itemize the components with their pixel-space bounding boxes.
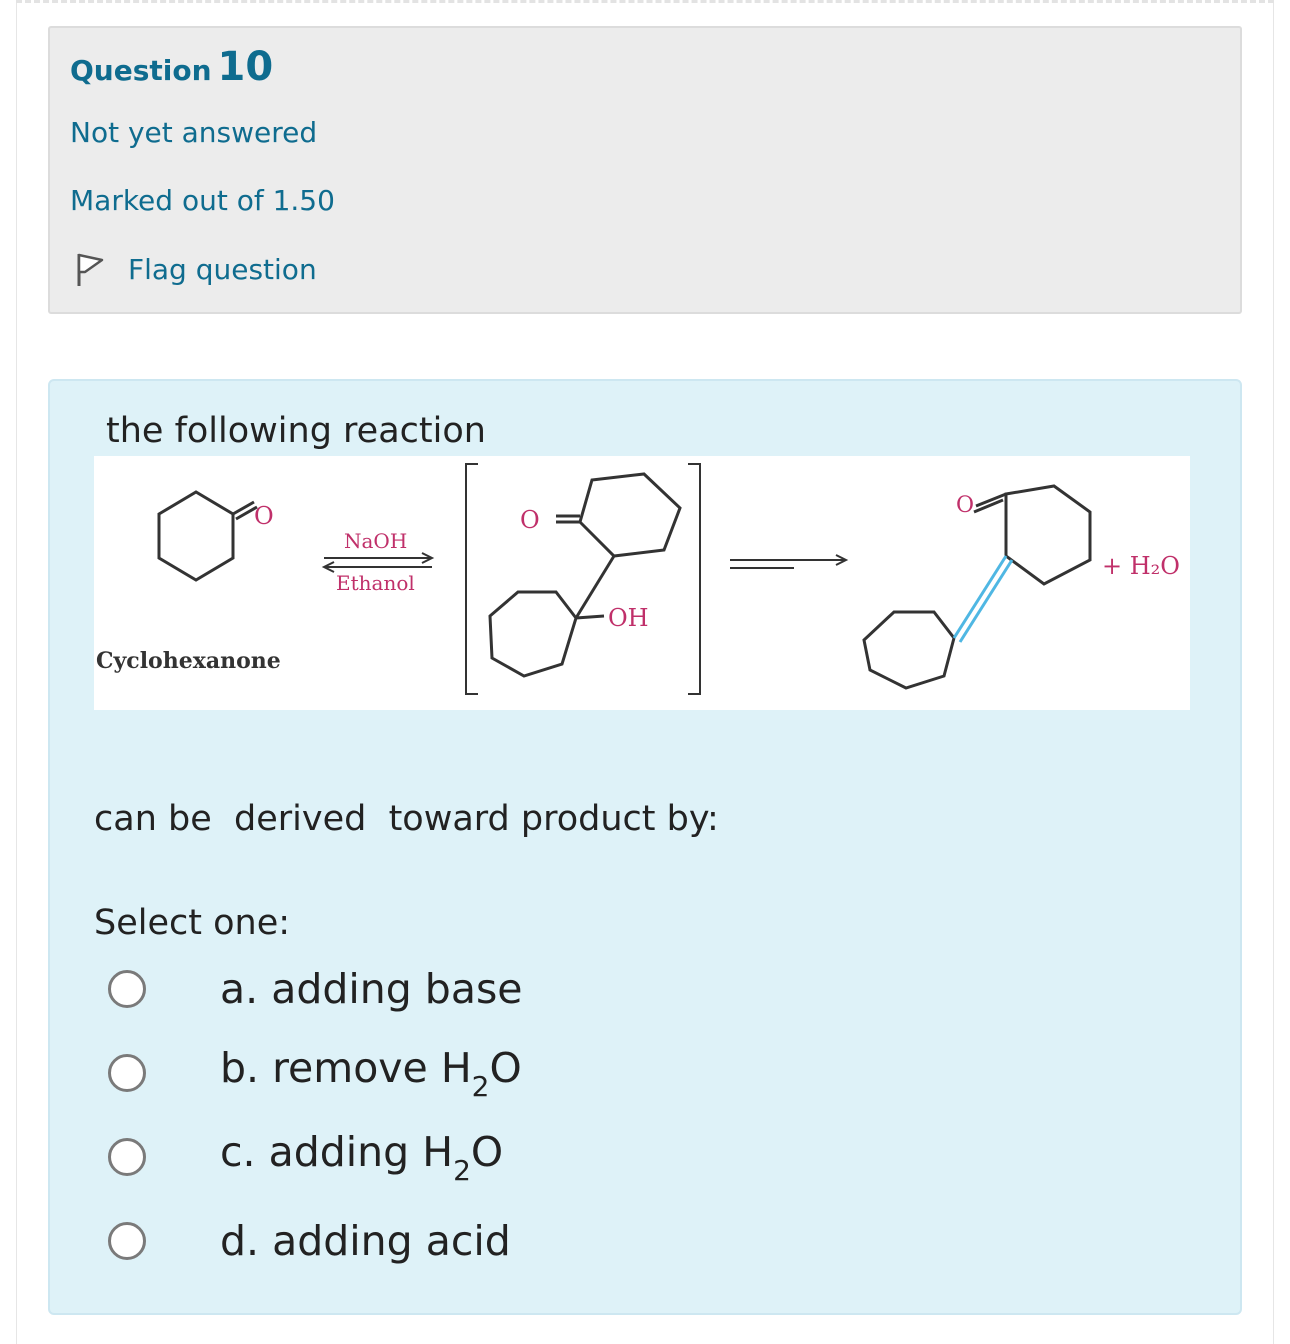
intermediate-ring-bottom — [488, 590, 578, 678]
answer-option-b-text: b. remove H2O — [220, 1044, 522, 1103]
flag-icon — [77, 253, 104, 286]
question-content-panel: the following reaction O Cyclohexanone N… — [48, 379, 1242, 1315]
flag-question-button[interactable]: Flag question — [74, 250, 317, 288]
reaction-diagram: O Cyclohexanone NaOH Ethanol O OH O + H₂… — [96, 463, 1180, 695]
answer-option-a-text: a. adding base — [220, 965, 523, 1013]
option-c-prefix: c. adding H — [220, 1127, 454, 1176]
bracket-left — [465, 463, 478, 695]
question-label: Question — [70, 54, 212, 87]
reagent-ethanol-label: Ethanol — [336, 571, 415, 595]
intermediate-o-label: O — [520, 506, 540, 534]
option-a-prefix: a. adding base — [220, 965, 523, 1013]
option-c-subscript: 2 — [453, 1153, 471, 1187]
answer-option-d-text: d. adding acid — [220, 1217, 511, 1265]
bracket-right — [688, 463, 701, 695]
answer-option-b[interactable]: b. remove H2O — [108, 1043, 522, 1103]
select-one-label: Select one: — [94, 903, 291, 943]
reactant-o-label: O — [254, 502, 274, 530]
question-info-panel: Question 10 Not yet answered Marked out o… — [48, 26, 1242, 314]
flag-question-label: Flag question — [128, 252, 317, 286]
radio-button-b[interactable] — [108, 1054, 146, 1092]
reaction-scheme-image: O Cyclohexanone NaOH Ethanol O OH O + H₂… — [94, 456, 1190, 710]
question-prompt-end: can be derived toward product by: — [94, 799, 719, 839]
answer-option-c-text: c. adding H2O — [220, 1128, 503, 1187]
reagent-naoh-label: NaOH — [344, 529, 407, 553]
radio-button-c[interactable] — [108, 1138, 146, 1176]
question-number: 10 — [217, 44, 274, 90]
answer-option-c[interactable]: c. adding H2O — [108, 1127, 503, 1187]
question-heading: Question 10 — [70, 44, 273, 90]
top-divider — [16, 0, 1274, 3]
radio-button-a[interactable] — [108, 970, 146, 1008]
option-b-suffix: O — [489, 1043, 522, 1092]
answer-option-a[interactable]: a. adding base — [108, 959, 523, 1019]
intermediate-ring-top — [578, 472, 682, 558]
option-b-prefix: b. remove H — [220, 1043, 472, 1092]
product-ring-bottom — [862, 610, 956, 690]
option-c-suffix: O — [470, 1127, 504, 1176]
reactant-name-label: Cyclohexanone — [96, 648, 281, 674]
question-prompt-start: the following reaction — [106, 411, 486, 451]
byproduct-water-label: + H₂O — [1102, 552, 1180, 580]
answer-option-d[interactable]: d. adding acid — [108, 1211, 511, 1271]
product-double-bond — [952, 555, 1008, 639]
question-marks: Marked out of 1.50 — [70, 184, 335, 217]
product-o-label: O — [956, 493, 974, 518]
option-d-prefix: d. adding acid — [220, 1217, 511, 1265]
intermediate-oh-label: OH — [608, 604, 649, 632]
cyclohexanone-ring — [157, 490, 235, 582]
question-status: Not yet answered — [70, 116, 318, 149]
radio-button-d[interactable] — [108, 1222, 146, 1260]
product-ring-top — [1004, 484, 1092, 586]
option-b-subscript: 2 — [471, 1069, 490, 1103]
